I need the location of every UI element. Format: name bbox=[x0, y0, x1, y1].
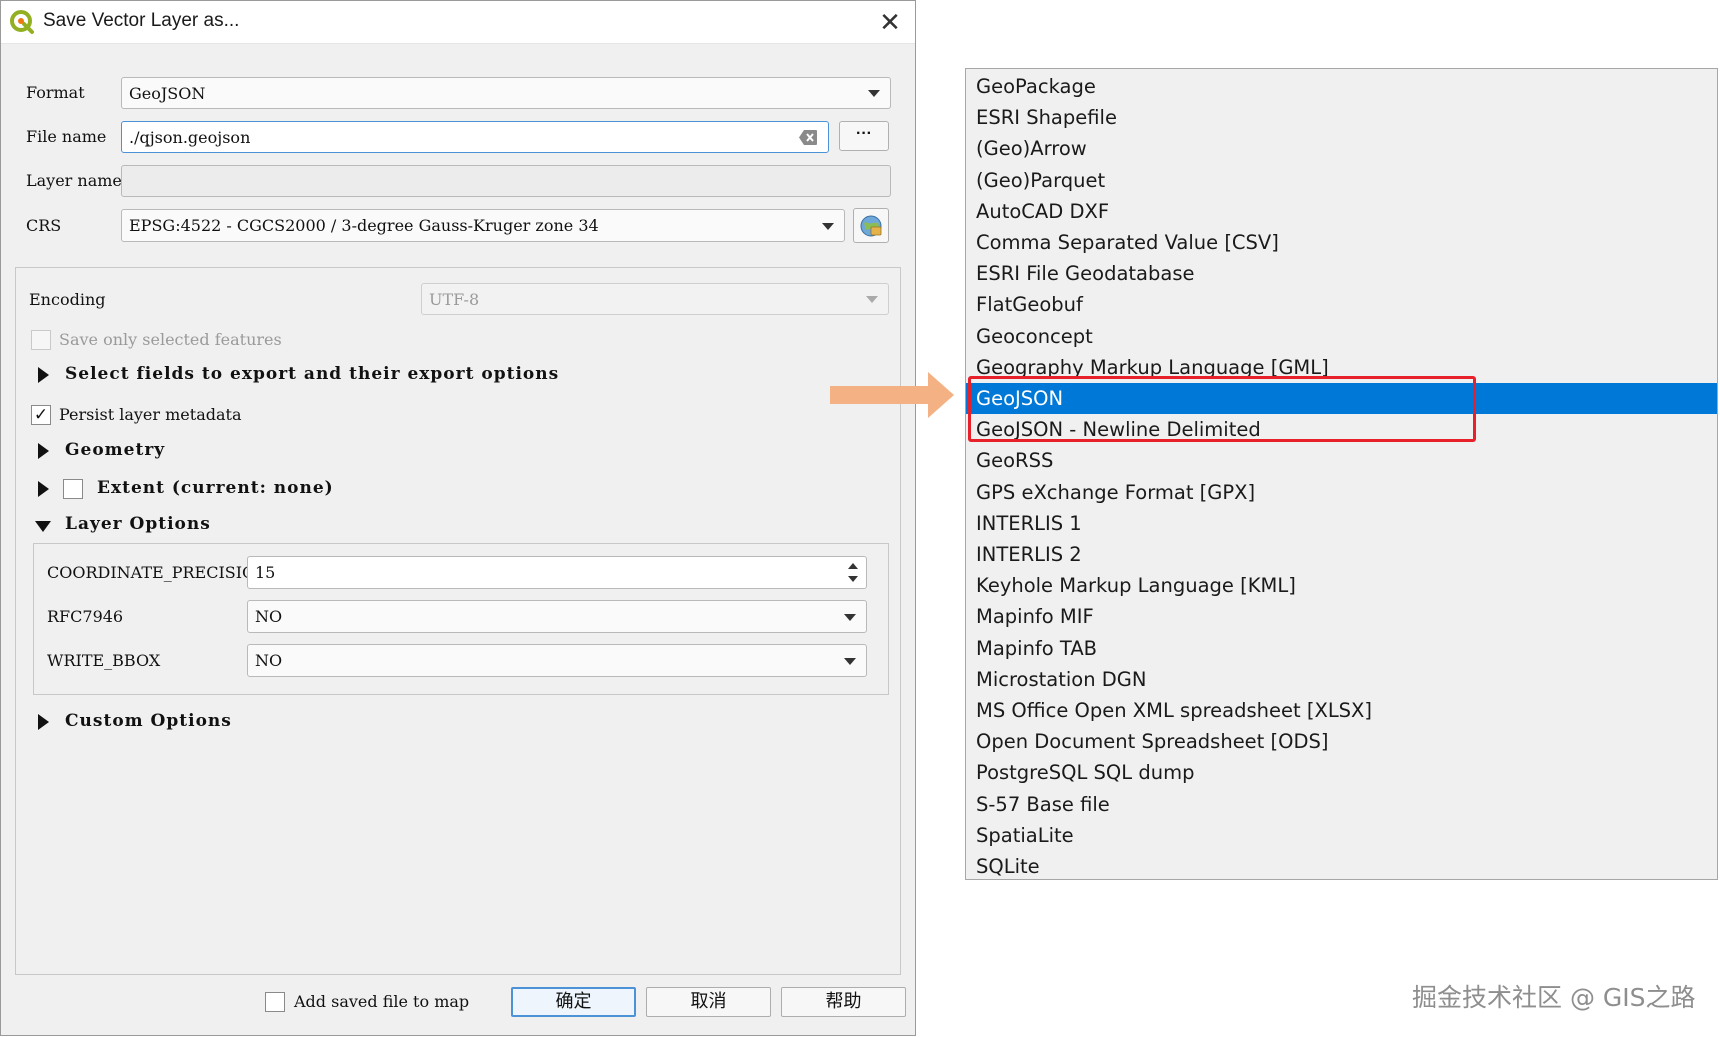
file-name-input[interactable]: ./qjson.geojson bbox=[121, 121, 829, 153]
extent-checkbox[interactable] bbox=[63, 479, 83, 499]
format-list-item[interactable]: GPS eXchange Format [GPX] bbox=[966, 477, 1717, 508]
layer-options-section[interactable]: Layer Options bbox=[65, 514, 211, 534]
coordinate-precision-value: 15 bbox=[255, 563, 276, 582]
chevron-down-icon bbox=[844, 613, 856, 621]
write-bbox-label: WRITE_BBOX bbox=[47, 651, 161, 670]
format-dropdown-list: GeoPackage ESRI Shapefile (Geo)Arrow (Geo)P… bbox=[965, 68, 1718, 880]
extent-section[interactable]: Extent (current: none) bbox=[97, 478, 334, 498]
encoding-value: UTF-8 bbox=[429, 289, 480, 309]
cancel-button[interactable]: 取消 bbox=[646, 987, 771, 1017]
expand-arrow-icon[interactable] bbox=[38, 367, 49, 383]
format-list-item[interactable]: AutoCAD DXF bbox=[966, 196, 1717, 227]
layer-name-input[interactable] bbox=[121, 165, 891, 197]
format-list-item[interactable]: INTERLIS 2 bbox=[966, 539, 1717, 570]
file-name-label: File name bbox=[26, 127, 107, 146]
custom-options-section[interactable]: Custom Options bbox=[65, 711, 232, 731]
clear-text-icon[interactable] bbox=[798, 129, 818, 146]
persist-metadata-checkbox[interactable]: ✓ bbox=[31, 405, 51, 425]
add-to-map-checkbox[interactable] bbox=[265, 992, 285, 1012]
geometry-section[interactable]: Geometry bbox=[65, 440, 165, 460]
rfc7946-label: RFC7946 bbox=[47, 607, 124, 626]
format-list-item[interactable]: Comma Separated Value [CSV] bbox=[966, 227, 1717, 258]
coordinate-precision-spinbox[interactable]: 15 bbox=[247, 556, 867, 589]
format-select[interactable]: GeoJSON bbox=[121, 77, 891, 109]
format-list-item[interactable]: PostgreSQL SQL dump bbox=[966, 757, 1717, 788]
rfc7946-value: NO bbox=[255, 607, 283, 626]
chevron-down-icon bbox=[822, 222, 834, 230]
format-list-item[interactable]: Mapinfo MIF bbox=[966, 601, 1717, 632]
save-vector-layer-dialog: Save Vector Layer as... ✕ Format GeoJSON… bbox=[0, 0, 916, 1036]
format-list-item[interactable]: Geoconcept bbox=[966, 321, 1717, 352]
crs-select[interactable]: EPSG:4522 - CGCS2000 / 3-degree Gauss-Kr… bbox=[121, 209, 845, 242]
chevron-down-icon bbox=[868, 90, 880, 97]
globe-icon bbox=[860, 215, 882, 237]
crs-value: EPSG:4522 - CGCS2000 / 3-degree Gauss-Kr… bbox=[129, 216, 599, 235]
close-button[interactable]: ✕ bbox=[873, 5, 907, 39]
encoding-select[interactable]: UTF-8 bbox=[421, 283, 889, 315]
persist-metadata-label: Persist layer metadata bbox=[59, 405, 242, 424]
save-only-selected-label: Save only selected features bbox=[59, 330, 282, 349]
write-bbox-select[interactable]: NO bbox=[247, 644, 867, 677]
format-list-item[interactable]: GeoPackage bbox=[966, 71, 1717, 102]
qgis-logo-icon bbox=[10, 10, 34, 34]
help-button[interactable]: 帮助 bbox=[781, 987, 906, 1017]
crs-label: CRS bbox=[26, 216, 62, 235]
ok-button[interactable]: 确定 bbox=[511, 987, 636, 1017]
save-only-selected-checkbox[interactable] bbox=[31, 330, 51, 350]
pointer-arrow-head bbox=[928, 372, 954, 418]
select-fields-section[interactable]: Select fields to export and their export… bbox=[65, 364, 559, 384]
crs-selector-button[interactable] bbox=[853, 208, 889, 243]
format-list-item[interactable]: SQLite bbox=[966, 851, 1717, 882]
format-list-item[interactable]: Mapinfo TAB bbox=[966, 633, 1717, 664]
write-bbox-value: NO bbox=[255, 651, 283, 670]
format-list-item[interactable]: INTERLIS 1 bbox=[966, 508, 1717, 539]
rfc7946-select[interactable]: NO bbox=[247, 600, 867, 633]
add-to-map-label: Add saved file to map bbox=[294, 992, 470, 1011]
format-label: Format bbox=[26, 83, 85, 102]
collapse-arrow-icon[interactable] bbox=[35, 521, 51, 532]
expand-arrow-icon[interactable] bbox=[38, 443, 49, 459]
encoding-label: Encoding bbox=[29, 290, 106, 309]
format-list-item[interactable]: GeoRSS bbox=[966, 445, 1717, 476]
format-list-item[interactable]: ESRI File Geodatabase bbox=[966, 258, 1717, 289]
format-list-item[interactable]: (Geo)Parquet bbox=[966, 165, 1717, 196]
chevron-down-icon bbox=[844, 657, 856, 665]
pointer-arrow-icon bbox=[830, 386, 928, 404]
file-name-value: ./qjson.geojson bbox=[129, 127, 251, 147]
format-value: GeoJSON bbox=[129, 83, 206, 103]
format-list-item[interactable]: MS Office Open XML spreadsheet [XLSX] bbox=[966, 695, 1717, 726]
expand-arrow-icon[interactable] bbox=[38, 714, 49, 730]
format-list-item[interactable]: Keyhole Markup Language [KML] bbox=[966, 570, 1717, 601]
watermark: 掘金技术社区 @ GIS之路 bbox=[1412, 983, 1696, 1012]
format-list-item[interactable]: Open Document Spreadsheet [ODS] bbox=[966, 726, 1717, 757]
format-list-item[interactable]: (Geo)Arrow bbox=[966, 133, 1717, 164]
format-list-item[interactable]: S-57 Base file bbox=[966, 789, 1717, 820]
expand-arrow-icon[interactable] bbox=[38, 481, 49, 497]
spin-arrows-icon[interactable] bbox=[844, 560, 862, 586]
format-list-item[interactable]: SpatiaLite bbox=[966, 820, 1717, 851]
chevron-down-icon bbox=[866, 296, 878, 303]
highlight-box bbox=[968, 376, 1476, 442]
format-list-item[interactable]: FlatGeobuf bbox=[966, 289, 1717, 320]
coordinate-precision-label: COORDINATE_PRECISION bbox=[47, 563, 270, 582]
format-list-item[interactable]: ESRI Shapefile bbox=[966, 102, 1717, 133]
dialog-title: Save Vector Layer as... bbox=[43, 10, 240, 31]
format-list-item[interactable]: Microstation DGN bbox=[966, 664, 1717, 695]
title-bar: Save Vector Layer as... ✕ bbox=[1, 1, 915, 44]
browse-button[interactable]: ··· bbox=[839, 121, 889, 151]
layer-name-label: Layer name bbox=[26, 171, 122, 190]
